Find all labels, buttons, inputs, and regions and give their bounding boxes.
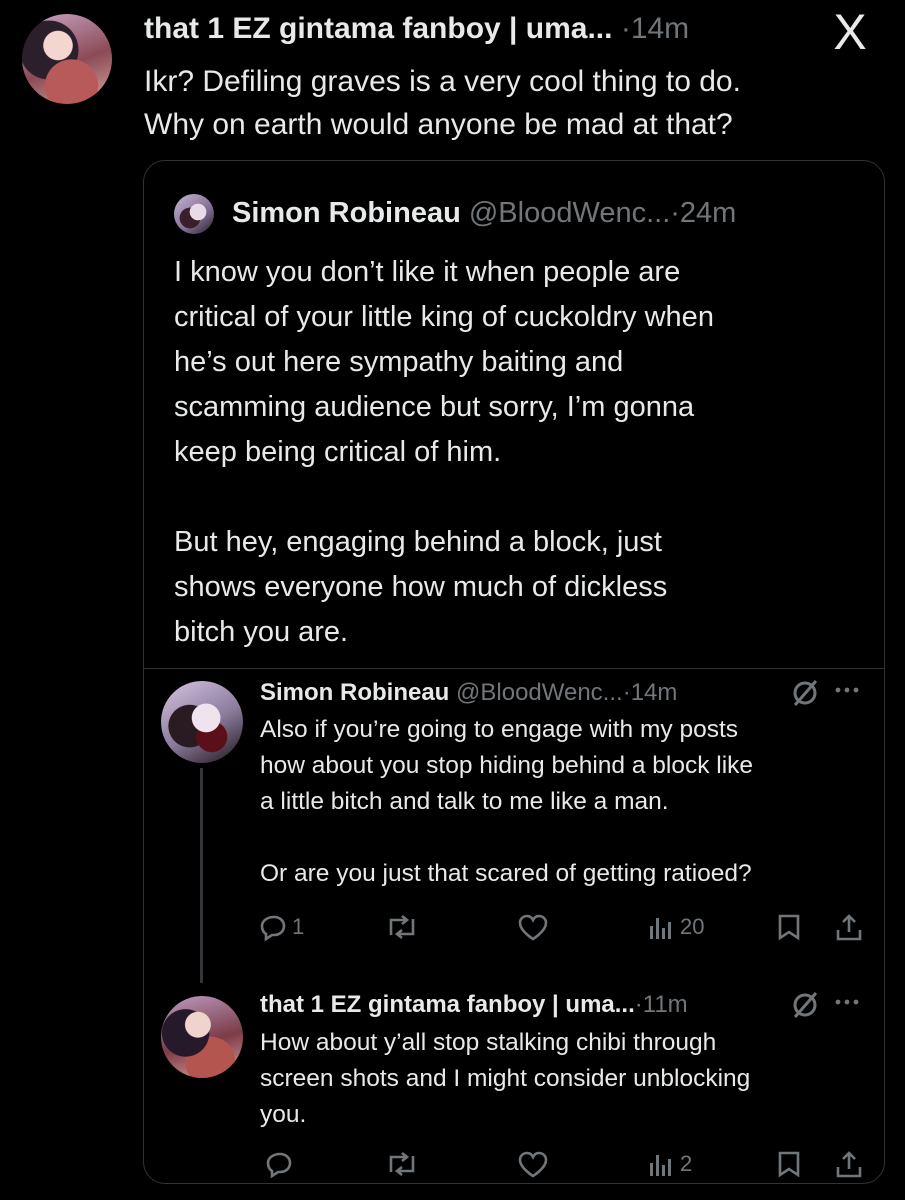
- close-icon[interactable]: X: [820, 7, 880, 58]
- reply-header: that 1 EZ gintama fanboy | uma...·11m: [260, 988, 688, 1022]
- bookmark-icon[interactable]: [776, 913, 802, 941]
- grok-icon[interactable]: [790, 678, 820, 708]
- separator-dot: ·: [620, 12, 631, 45]
- quoted-handle: @BloodWenc...: [468, 197, 671, 229]
- main-tweet-header: that 1 EZ gintama fanboy | uma... ·14m: [144, 10, 689, 48]
- like-icon[interactable]: [517, 913, 549, 941]
- quoted-tweet-header: Simon Robineau @BloodWenc...·24m: [232, 193, 736, 233]
- separator-dot: ·: [622, 679, 631, 706]
- share-icon[interactable]: [835, 912, 863, 942]
- views-button[interactable]: 20: [648, 913, 704, 941]
- quoted-author-avatar: [174, 194, 214, 234]
- views-icon: [648, 913, 674, 941]
- reply-button[interactable]: 1: [260, 913, 304, 941]
- divider: [144, 668, 884, 669]
- reply-count: 1: [292, 914, 305, 939]
- main-tweet-text: Ikr? Defiling graves is a very cool thin…: [144, 65, 741, 141]
- separator-dot: ·: [670, 197, 680, 229]
- reply-time[interactable]: 11m: [643, 991, 688, 1018]
- reply-time[interactable]: 14m: [631, 679, 678, 706]
- more-icon[interactable]: [834, 992, 860, 1012]
- separator-dot: ·: [634, 991, 643, 1018]
- reply-text: Also if you’re going to engage with my p…: [260, 716, 754, 887]
- reply-author-avatar[interactable]: [161, 996, 243, 1078]
- tweet-time[interactable]: 14m: [631, 12, 689, 45]
- views-icon: [648, 1150, 674, 1178]
- author-avatar[interactable]: [22, 14, 112, 104]
- view-count: 2: [680, 1151, 693, 1176]
- reply-author-avatar[interactable]: [161, 681, 243, 763]
- more-icon[interactable]: [834, 680, 860, 700]
- bookmark-icon[interactable]: [776, 1150, 802, 1178]
- like-icon[interactable]: [517, 1150, 549, 1178]
- grok-icon[interactable]: [790, 990, 820, 1020]
- reply-handle[interactable]: @BloodWenc...: [456, 679, 623, 706]
- share-icon[interactable]: [835, 1149, 863, 1179]
- repost-icon[interactable]: [385, 1150, 419, 1178]
- reply-icon: [260, 913, 288, 941]
- views-button[interactable]: 2: [648, 1150, 692, 1178]
- quoted-tweet-text: I know you don’t like it when people are…: [174, 256, 714, 648]
- reply-display-name[interactable]: that 1 EZ gintama fanboy | uma...: [260, 991, 635, 1018]
- author-display-name[interactable]: that 1 EZ gintama fanboy | uma...: [144, 12, 612, 45]
- view-count: 20: [680, 914, 705, 939]
- reply-text: How about y’all stop stalking chibi thro…: [260, 1029, 751, 1128]
- reply-display-name[interactable]: Simon Robineau: [260, 679, 449, 706]
- reply-header: Simon Robineau @BloodWenc...·14m: [260, 676, 677, 710]
- quoted-display-name: Simon Robineau: [232, 197, 461, 229]
- repost-icon[interactable]: [385, 913, 419, 941]
- thread-connector-line: [200, 768, 203, 983]
- close-label: X: [833, 4, 867, 60]
- reply-icon[interactable]: [266, 1150, 294, 1178]
- quoted-time: 24m: [679, 197, 737, 229]
